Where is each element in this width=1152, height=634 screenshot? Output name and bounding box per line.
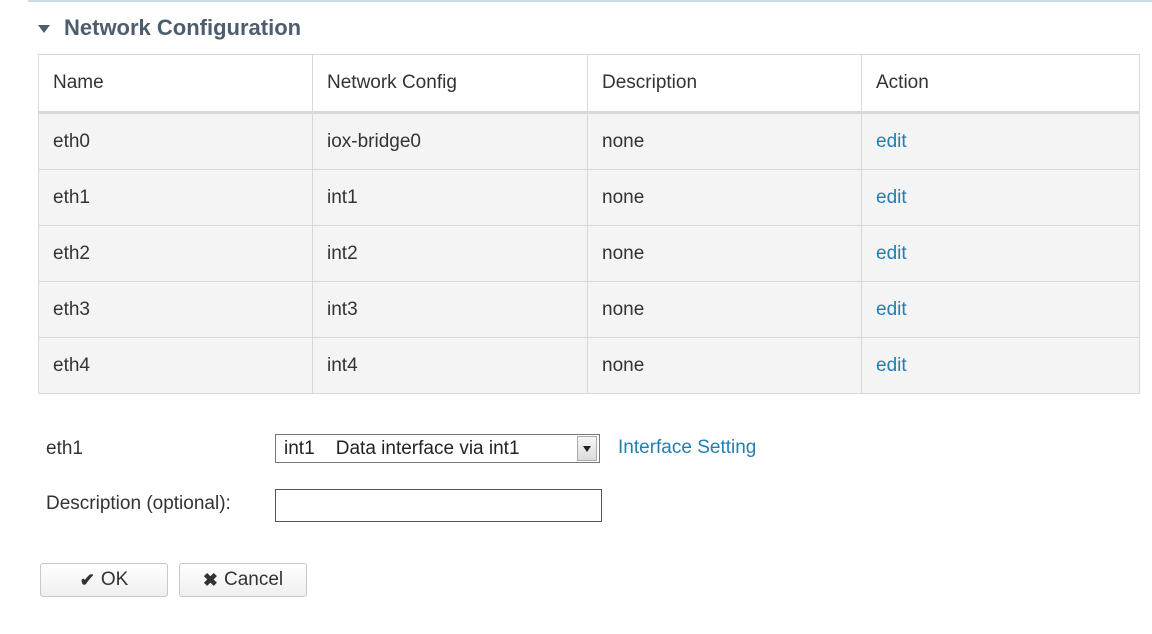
cell-network-config: iox-bridge0 (312, 112, 588, 170)
caret-down-icon[interactable] (38, 25, 50, 33)
chevron-down-icon[interactable] (577, 436, 597, 461)
edit-link[interactable]: edit (876, 187, 907, 208)
network-table: Name Network Config Description Action e… (38, 54, 1140, 394)
ok-label: OK (100, 569, 129, 590)
table-row: eth1 int1 none edit (38, 169, 1140, 226)
select-value: int1 Data interface via int1 (284, 437, 520, 459)
cell-description: none (587, 337, 862, 394)
top-divider (28, 0, 1152, 2)
table-header-row: Name Network Config Description Action (38, 54, 1140, 114)
table-row: eth0 iox-bridge0 none edit (38, 112, 1140, 170)
column-header-action: Action (861, 54, 1140, 114)
column-header-description: Description (587, 54, 862, 114)
cell-network-config: int2 (312, 225, 588, 282)
interface-setting-link[interactable]: Interface Setting (618, 437, 756, 459)
cell-name: eth2 (38, 225, 313, 282)
cell-name: eth1 (38, 169, 313, 226)
cell-description: none (587, 225, 862, 282)
x-icon: ✖ (202, 569, 218, 590)
description-input[interactable] (275, 489, 602, 522)
cell-action: edit (861, 225, 1140, 282)
edit-link[interactable]: edit (876, 355, 907, 376)
cell-name: eth4 (38, 337, 313, 394)
section-title: Network Configuration (64, 15, 302, 40)
cell-action: edit (861, 337, 1140, 394)
cell-name: eth3 (38, 281, 313, 338)
cell-network-config: int4 (312, 337, 588, 394)
edit-link[interactable]: edit (876, 243, 907, 264)
cell-network-config: int1 (312, 169, 588, 226)
description-label: Description (optional): (46, 493, 231, 514)
ok-button[interactable]: ✔ OK (40, 563, 168, 597)
interface-label: eth1 (46, 438, 83, 459)
cell-description: none (587, 112, 862, 170)
network-config-select[interactable]: int1 Data interface via int1 (275, 434, 600, 463)
table-row: eth4 int4 none edit (38, 337, 1140, 394)
checkmark-icon: ✔ (79, 569, 95, 590)
column-header-name: Name (38, 54, 313, 114)
edit-link[interactable]: edit (876, 131, 907, 152)
cancel-button[interactable]: ✖ Cancel (179, 563, 307, 597)
cell-description: none (587, 169, 862, 226)
cell-description: none (587, 281, 862, 338)
cancel-label: Cancel (223, 569, 284, 590)
section-header[interactable]: Network Configuration (38, 14, 301, 42)
cell-action: edit (861, 169, 1140, 226)
cell-action: edit (861, 281, 1140, 338)
edit-link[interactable]: edit (876, 299, 907, 320)
cell-action: edit (861, 112, 1140, 170)
cell-name: eth0 (38, 112, 313, 170)
table-row: eth3 int3 none edit (38, 281, 1140, 338)
column-header-network-config: Network Config (312, 54, 588, 114)
cell-network-config: int3 (312, 281, 588, 338)
table-row: eth2 int2 none edit (38, 225, 1140, 282)
